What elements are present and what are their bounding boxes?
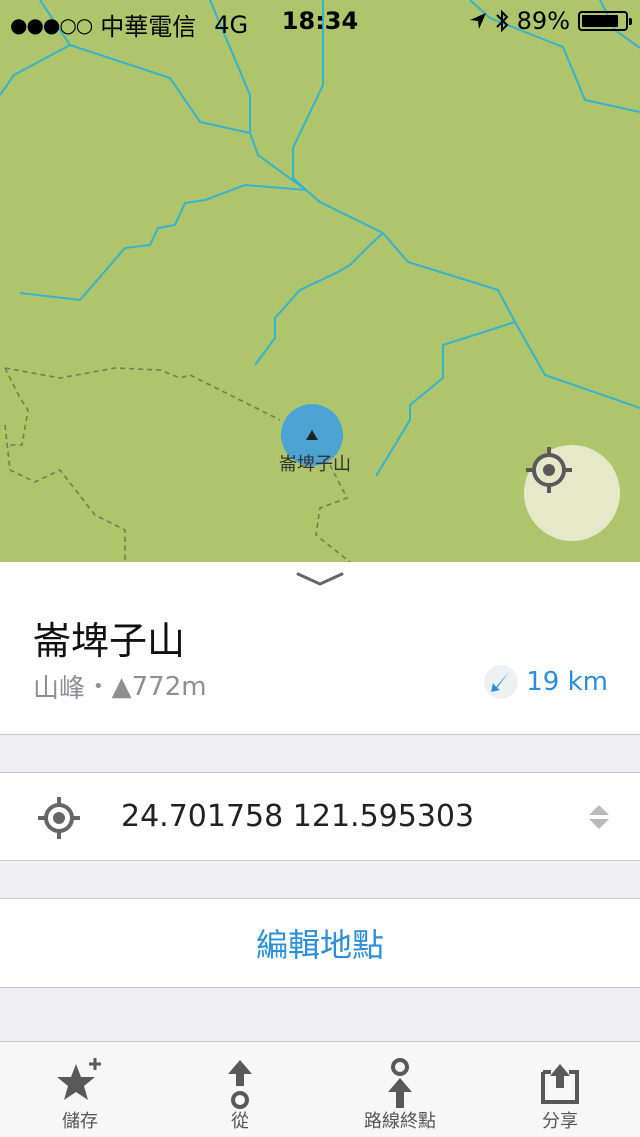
map-view[interactable]: 崙埤子山 xyxy=(0,0,640,562)
place-category: 山峰 xyxy=(33,674,86,704)
location-arrow-icon xyxy=(469,13,486,29)
bluetooth-icon xyxy=(495,9,509,33)
poi-label: 崙埤子山 xyxy=(279,454,351,475)
share-icon xyxy=(541,1064,579,1104)
place-info-sheet: 崙埤子山 山峰 • ▲772m 19 km xyxy=(0,562,640,735)
battery-percent: 89% xyxy=(516,7,570,35)
save-tab[interactable]: 儲存 xyxy=(0,1042,160,1137)
status-bar: ●●●○○ 中華電信 4G 18:34 89% xyxy=(0,0,640,41)
river-line xyxy=(0,43,307,191)
trail-line xyxy=(4,424,126,562)
battery-icon xyxy=(578,11,632,31)
place-meta: 山峰 • ▲772m xyxy=(33,668,207,705)
tab-label: 從 xyxy=(231,1111,249,1132)
edit-place-button[interactable]: 編輯地點 xyxy=(0,898,640,988)
route-to-tab[interactable]: 路線終點 xyxy=(320,1042,480,1137)
chevron-down-icon[interactable] xyxy=(296,570,344,590)
route-from-icon xyxy=(228,1060,252,1109)
coordinates-value: 24.701758 121.595303 xyxy=(121,799,475,834)
locate-me-button[interactable] xyxy=(524,445,620,541)
trail-line xyxy=(4,367,29,446)
trail-line xyxy=(315,464,351,562)
tab-label: 路線終點 xyxy=(364,1111,436,1132)
direction-arrow-icon xyxy=(484,665,519,699)
coordinates-row[interactable]: 24.701758 121.595303 xyxy=(0,772,640,861)
star-plus-icon xyxy=(57,1058,101,1100)
peak-icon xyxy=(306,430,318,440)
share-tab[interactable]: 分享 xyxy=(480,1042,640,1137)
route-from-tab[interactable]: 從 xyxy=(160,1042,320,1137)
place-elevation: ▲772m xyxy=(111,671,207,702)
crosshair-icon xyxy=(38,797,80,839)
river-line xyxy=(254,232,384,366)
trail-line xyxy=(4,367,281,421)
meta-separator: • xyxy=(93,676,104,697)
tab-label: 儲存 xyxy=(62,1111,98,1132)
distance-indicator: 19 km xyxy=(484,665,608,699)
river-line xyxy=(305,189,640,409)
bottom-toolbar: 儲存 從 路線終點 分享 xyxy=(0,1041,640,1137)
format-toggle-icon[interactable] xyxy=(588,803,610,831)
place-title: 崙埤子山 xyxy=(33,619,186,663)
river-line xyxy=(544,39,640,113)
river-line xyxy=(375,321,516,477)
tab-label: 分享 xyxy=(542,1111,578,1132)
route-to-icon xyxy=(388,1058,412,1108)
crosshair-icon xyxy=(526,447,572,493)
distance-value: 19 km xyxy=(526,667,608,697)
river-line xyxy=(19,183,307,302)
